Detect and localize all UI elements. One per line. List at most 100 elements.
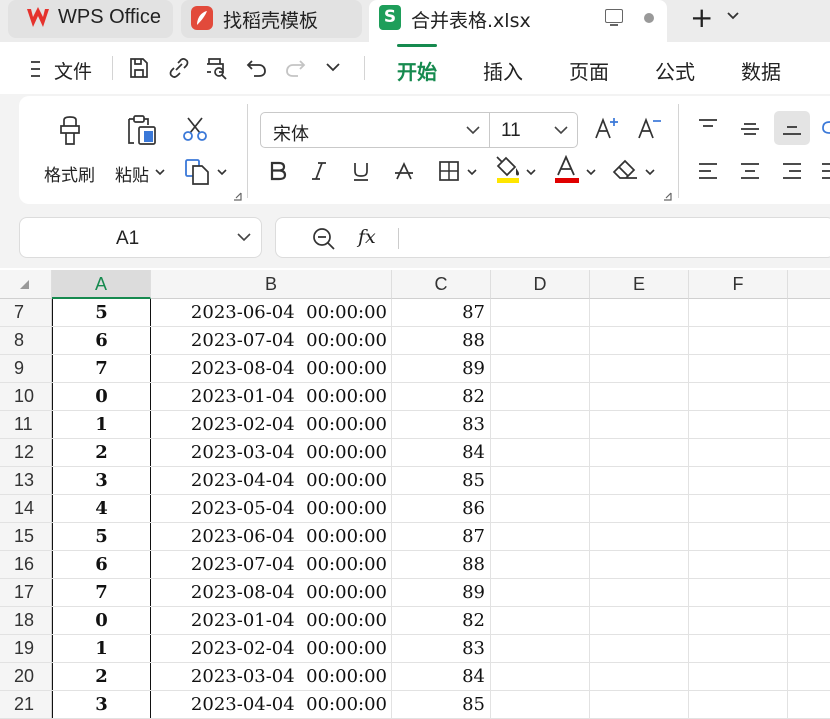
cell-b[interactable]: 2023-08-04 00:00:00 (151, 355, 392, 382)
cell-b[interactable]: 2023-07-04 00:00:00 (151, 551, 392, 578)
column-header-a[interactable]: A (52, 270, 151, 299)
cell-c[interactable]: 85 (392, 467, 491, 494)
row-header[interactable]: 7 (0, 299, 52, 327)
cell-a[interactable]: 7 (52, 355, 151, 382)
cell-e[interactable] (590, 299, 689, 326)
cell-f[interactable] (689, 355, 788, 382)
cell-d[interactable] (491, 551, 590, 578)
increase-font-icon[interactable] (594, 116, 620, 142)
cell-g[interactable] (788, 467, 830, 494)
cell-a[interactable]: 6 (52, 327, 151, 354)
file-menu[interactable]: 文件 (54, 57, 92, 84)
tab-list-chevron-icon[interactable] (726, 9, 740, 23)
zoom-search-icon[interactable] (312, 227, 336, 251)
cell-f[interactable] (689, 299, 788, 326)
row-header[interactable]: 17 (0, 579, 52, 607)
cell-a[interactable]: 3 (52, 691, 151, 718)
monitor-icon[interactable] (605, 9, 623, 26)
cell-c[interactable]: 89 (392, 579, 491, 606)
row-header[interactable]: 14 (0, 495, 52, 523)
align-middle-icon[interactable] (739, 119, 761, 139)
cell-e[interactable] (590, 663, 689, 690)
column-header-d[interactable]: D (491, 270, 590, 299)
cell-f[interactable] (689, 383, 788, 410)
cell-b[interactable]: 2023-03-04 00:00:00 (151, 439, 392, 466)
cell-g[interactable] (788, 327, 830, 354)
cell-b[interactable]: 2023-02-04 00:00:00 (151, 635, 392, 662)
cell-d[interactable] (491, 383, 590, 410)
column-header-b[interactable]: B (151, 270, 392, 299)
cell-e[interactable] (590, 383, 689, 410)
format-painter-icon[interactable] (54, 114, 86, 148)
format-painter-label[interactable]: 格式刷 (44, 161, 95, 186)
cell-g[interactable] (788, 495, 830, 522)
cell-reference[interactable]: A1 (116, 228, 139, 250)
underline-icon[interactable] (351, 160, 371, 182)
cell-f[interactable] (689, 551, 788, 578)
cell-c[interactable]: 83 (392, 635, 491, 662)
clear-format-chevron-icon[interactable] (644, 168, 656, 178)
cell-a[interactable]: 6 (52, 551, 151, 578)
cell-b[interactable]: 2023-01-04 00:00:00 (151, 607, 392, 634)
cell-d[interactable] (491, 607, 590, 634)
cell-e[interactable] (590, 355, 689, 382)
cell-f[interactable] (689, 691, 788, 718)
italic-icon[interactable] (309, 160, 329, 182)
cell-g[interactable] (788, 523, 830, 550)
name-box-chevron-icon[interactable] (236, 232, 252, 244)
undo-icon[interactable] (246, 56, 268, 80)
cell-g[interactable] (788, 355, 830, 382)
cell-d[interactable] (491, 411, 590, 438)
cell-c[interactable]: 89 (392, 355, 491, 382)
cell-a[interactable]: 4 (52, 495, 151, 522)
tab-merge-sheet[interactable]: S 合并表格.xlsx (369, 0, 667, 42)
cell-c[interactable]: 82 (392, 383, 491, 410)
cut-icon[interactable] (182, 116, 208, 142)
row-header[interactable]: 18 (0, 607, 52, 635)
font-name-chevron-icon[interactable] (465, 125, 481, 137)
tab-data[interactable]: 数据 (741, 56, 781, 85)
cell-a[interactable]: 2 (52, 439, 151, 466)
wrap-text-icon[interactable] (820, 118, 830, 138)
tab-page[interactable]: 页面 (569, 56, 609, 85)
cell-g[interactable] (788, 383, 830, 410)
cell-d[interactable] (491, 691, 590, 718)
font-launcher-icon[interactable] (663, 192, 672, 201)
cell-c[interactable]: 88 (392, 551, 491, 578)
formula-input[interactable]: fx (275, 217, 830, 258)
cell-c[interactable]: 84 (392, 439, 491, 466)
cell-b[interactable]: 2023-06-04 00:00:00 (151, 523, 392, 550)
row-header[interactable]: 15 (0, 523, 52, 551)
cell-b[interactable]: 2023-02-04 00:00:00 (151, 411, 392, 438)
cell-b[interactable]: 2023-04-04 00:00:00 (151, 467, 392, 494)
align-top-icon[interactable] (697, 117, 719, 137)
cell-f[interactable] (689, 495, 788, 522)
cell-e[interactable] (590, 523, 689, 550)
cell-d[interactable] (491, 467, 590, 494)
unsaved-dot-icon[interactable] (644, 13, 654, 23)
link-icon[interactable] (168, 56, 190, 80)
decrease-font-icon[interactable] (637, 116, 663, 142)
cell-g[interactable] (788, 691, 830, 718)
row-header[interactable]: 19 (0, 635, 52, 663)
copy-icon[interactable] (184, 158, 212, 186)
cell-b[interactable]: 2023-05-04 00:00:00 (151, 495, 392, 522)
cell-c[interactable]: 82 (392, 607, 491, 634)
cell-g[interactable] (788, 635, 830, 662)
tab-home[interactable]: 开始 (397, 56, 437, 85)
row-header[interactable]: 12 (0, 439, 52, 467)
row-header[interactable]: 9 (0, 355, 52, 383)
cell-c[interactable]: 88 (392, 327, 491, 354)
cell-f[interactable] (689, 579, 788, 606)
cell-b[interactable]: 2023-03-04 00:00:00 (151, 663, 392, 690)
cell-g[interactable] (788, 579, 830, 606)
cell-e[interactable] (590, 607, 689, 634)
cell-c[interactable]: 86 (392, 495, 491, 522)
cell-e[interactable] (590, 495, 689, 522)
column-header-c[interactable]: C (392, 270, 491, 299)
align-bottom-icon[interactable] (781, 121, 803, 141)
cell-a[interactable]: 0 (52, 607, 151, 634)
cell-e[interactable] (590, 551, 689, 578)
select-all-triangle-icon[interactable] (20, 280, 29, 289)
menu-lines-icon[interactable] (30, 60, 44, 78)
